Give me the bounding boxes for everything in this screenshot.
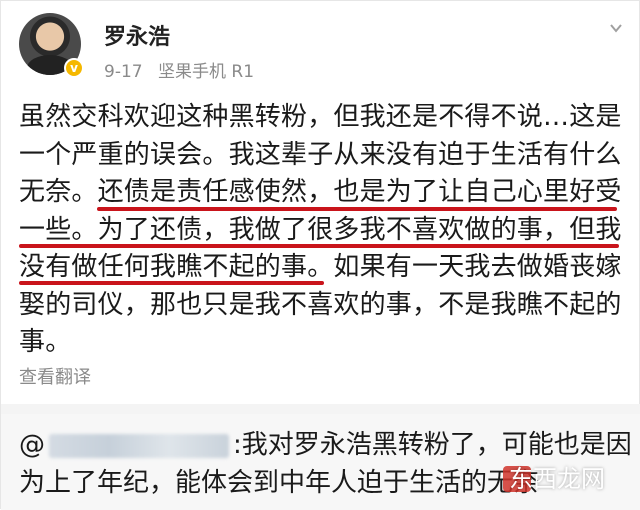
content-line: 事。 [19,327,72,357]
post-meta: 9-17 坚果手机 R1 [104,57,264,82]
highlight-underline [19,244,619,248]
blurred-username[interactable] [49,433,229,458]
verified-badge-icon: v [64,58,84,78]
author-name[interactable]: 罗永浩 [104,19,170,51]
mention-at-sign: @ [19,430,45,460]
post-device[interactable]: 坚果手机 R1 [158,62,254,82]
content-line: 无奈。还债是责任感使然，也是为了让自己心里好受 [19,177,622,207]
post-date: 9-17 [104,62,143,82]
section-divider [1,404,640,414]
translate-link[interactable]: 查看翻译 [19,363,91,389]
content-line: 一个严重的误会。我这辈子从来没有迫于生活有什么 [19,139,622,170]
content-line: 虽然交科欢迎这种黑转粉，但我还是不得不说…这是 [19,102,622,132]
content-line: 娶的司仪，那也只是我不喜欢的事，不是我瞧不起的 [19,289,622,320]
post-content: 虽然交科欢迎这种黑转粉，但我还是不得不说…这是 一个严重的误会。我这辈子从来没有… [19,99,625,362]
chevron-down-icon[interactable] [609,21,623,35]
weibo-post-card: v 罗永浩 9-17 坚果手机 R1 虽然交科欢迎这种黑转粉，但我还是不得不说…… [0,0,640,510]
highlight-underline [97,207,617,211]
retweet-line-1: :我对罗永浩黑转粉了，可能也是因 [233,430,632,460]
highlight-underline [19,281,324,285]
watermark-text: 东西龙网 [509,465,605,493]
